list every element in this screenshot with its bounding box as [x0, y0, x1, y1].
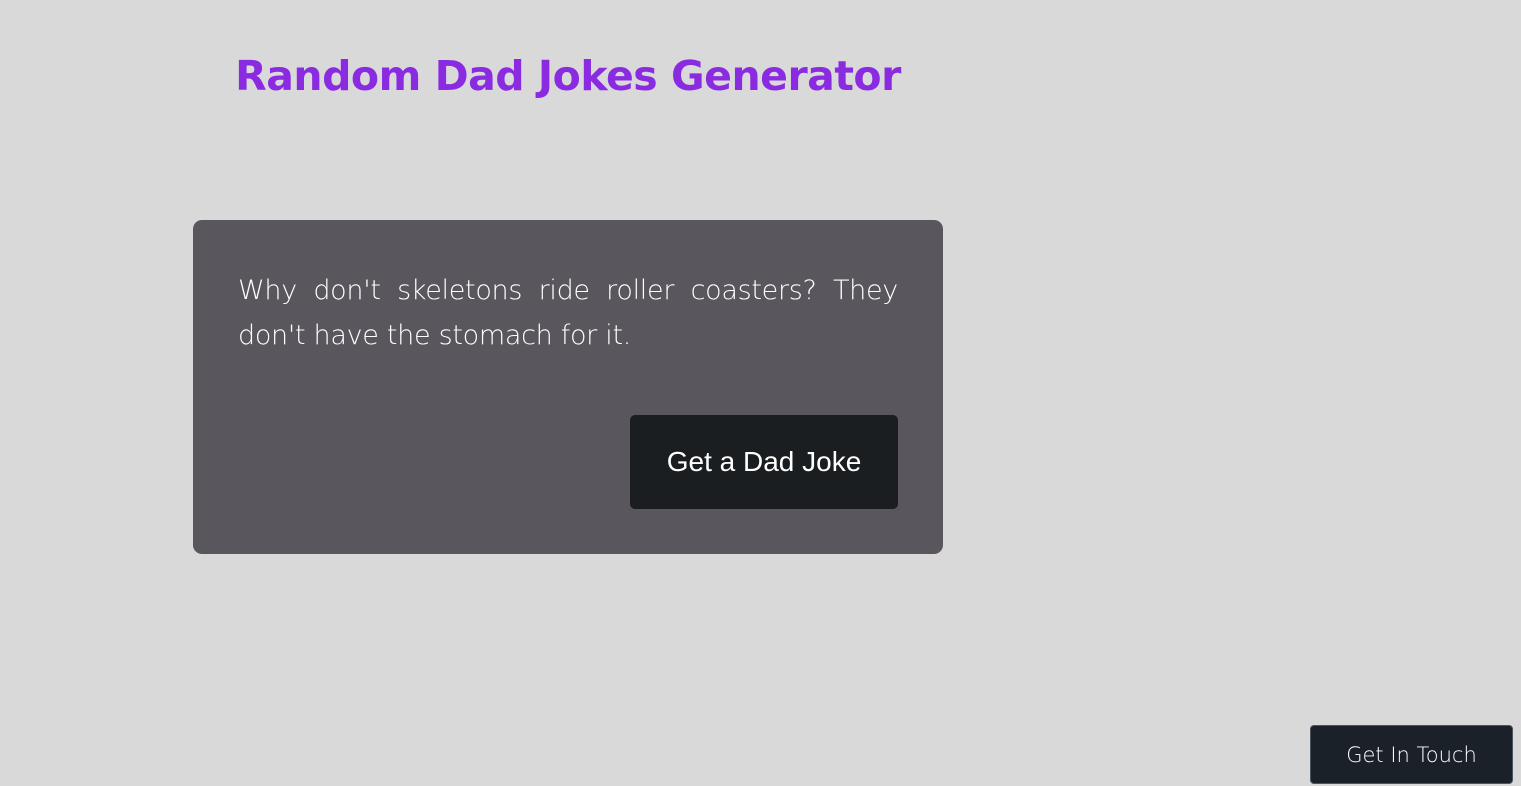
joke-card: Why don't skeletons ride roller coasters…: [193, 220, 943, 554]
joke-text: Why don't skeletons ride roller coasters…: [238, 275, 898, 351]
get-in-touch-button[interactable]: Get In Touch: [1310, 725, 1513, 784]
get-dad-joke-button[interactable]: Get a Dad Joke: [630, 415, 898, 509]
page-title: Random Dad Jokes Generator: [235, 52, 901, 100]
page: Random Dad Jokes Generator Why don't ske…: [0, 0, 1521, 786]
